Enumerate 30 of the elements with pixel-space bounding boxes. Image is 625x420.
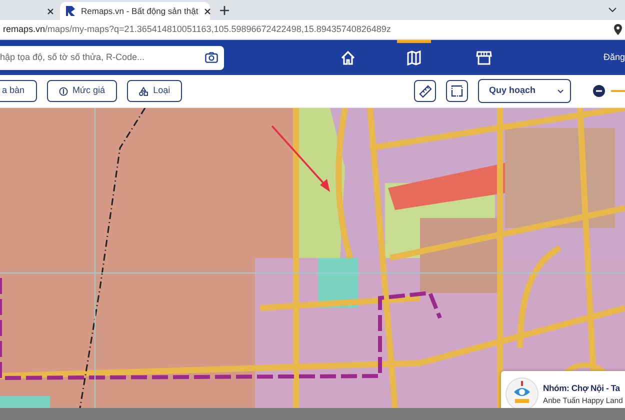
zoning-map-drawing[interactable] <box>0 108 625 408</box>
store-icon <box>476 50 492 66</box>
location-pin-icon[interactable] <box>614 24 622 35</box>
home-icon <box>340 50 356 66</box>
new-tab-icon[interactable] <box>220 6 229 15</box>
browser-tab[interactable]: Remaps.vn - Bất động sản thật <box>60 2 210 20</box>
close-icon[interactable] <box>47 8 54 14</box>
url-text[interactable]: remaps.vn/maps/my-maps?q=21.365414810051163,105.59896672422498,15.89435740826489z <box>3 22 391 36</box>
pointer-arrow <box>270 124 332 194</box>
close-icon[interactable] <box>204 8 212 14</box>
camera-icon[interactable] <box>205 52 218 63</box>
minus-circle-icon[interactable] <box>593 85 605 97</box>
select-area-button[interactable] <box>446 80 468 102</box>
search-bar[interactable]: hập tọa độ, số tờ số thửa, R-Code... <box>0 46 224 70</box>
layer-select[interactable]: Quy hoạch <box>478 79 571 103</box>
ruler-icon <box>418 84 432 98</box>
chevron-down-icon[interactable] <box>608 7 617 13</box>
filter-button[interactable]: a bàn <box>0 80 37 102</box>
chevron-down-icon <box>557 88 564 94</box>
filter-button[interactable]: Mức giá <box>46 80 118 102</box>
map-icon <box>406 50 422 66</box>
filter-button[interactable]: Loại <box>127 80 182 102</box>
group-title: Nhóm: Chợ Nội - Ta <box>543 382 622 395</box>
login-link[interactable]: Đăng <box>603 50 625 64</box>
coin-icon <box>58 86 68 96</box>
site-logo-icon <box>66 6 75 16</box>
shapes-icon <box>139 86 148 96</box>
dashed-square-icon <box>451 85 463 97</box>
ruler-button[interactable] <box>414 80 436 102</box>
tab-title: Remaps.vn - Bất động sản thật <box>81 4 198 18</box>
